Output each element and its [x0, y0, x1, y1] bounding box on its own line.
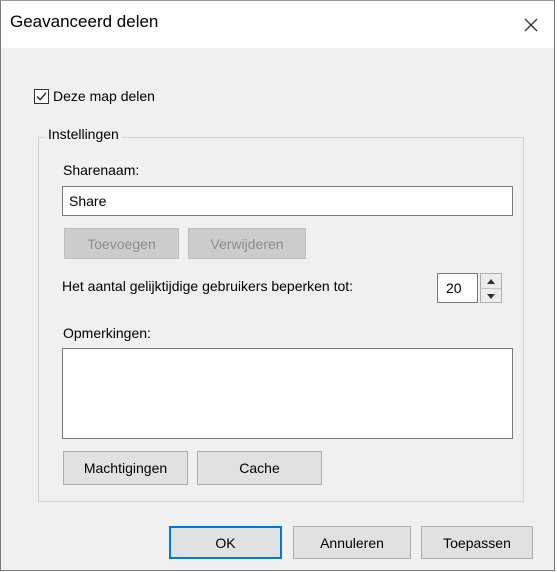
arrow-down-icon: [487, 293, 495, 299]
cache-button[interactable]: Cache: [197, 451, 322, 485]
apply-button[interactable]: Toepassen: [421, 526, 533, 559]
settings-group-legend: Instellingen: [45, 126, 122, 142]
spinner-up-button[interactable]: [481, 274, 501, 288]
comments-textarea[interactable]: [62, 348, 513, 439]
cancel-button[interactable]: Annuleren: [293, 526, 411, 559]
ok-button[interactable]: OK: [169, 526, 282, 559]
remove-button[interactable]: Verwijderen: [188, 228, 306, 259]
add-button[interactable]: Toevoegen: [64, 228, 179, 259]
share-name-input[interactable]: Share: [62, 186, 513, 216]
close-button[interactable]: [508, 1, 554, 48]
checkmark-icon: [36, 91, 47, 101]
user-limit-label: Het aantal gelijktijdige gebruikers bepe…: [62, 278, 354, 294]
title-bar: Geavanceerd delen: [1, 1, 554, 48]
arrow-up-icon: [487, 278, 495, 284]
share-name-value: Share: [69, 193, 107, 209]
user-limit-value: 20: [446, 280, 462, 296]
share-folder-checkbox-row[interactable]: Deze map delen: [34, 88, 155, 104]
share-folder-checkbox[interactable]: [34, 88, 49, 104]
advanced-sharing-dialog: Geavanceerd delen Deze map delen Instell…: [0, 0, 555, 571]
close-icon: [524, 18, 538, 31]
permissions-button[interactable]: Machtigingen: [63, 451, 188, 485]
comments-label: Opmerkingen:: [63, 325, 151, 341]
share-name-label: Sharenaam:: [63, 162, 140, 178]
user-limit-spinner[interactable]: [480, 273, 502, 303]
dialog-title: Geavanceerd delen: [10, 12, 159, 31]
user-limit-input[interactable]: 20: [437, 273, 478, 303]
spinner-down-button[interactable]: [481, 288, 501, 303]
share-folder-label: Deze map delen: [53, 88, 155, 104]
